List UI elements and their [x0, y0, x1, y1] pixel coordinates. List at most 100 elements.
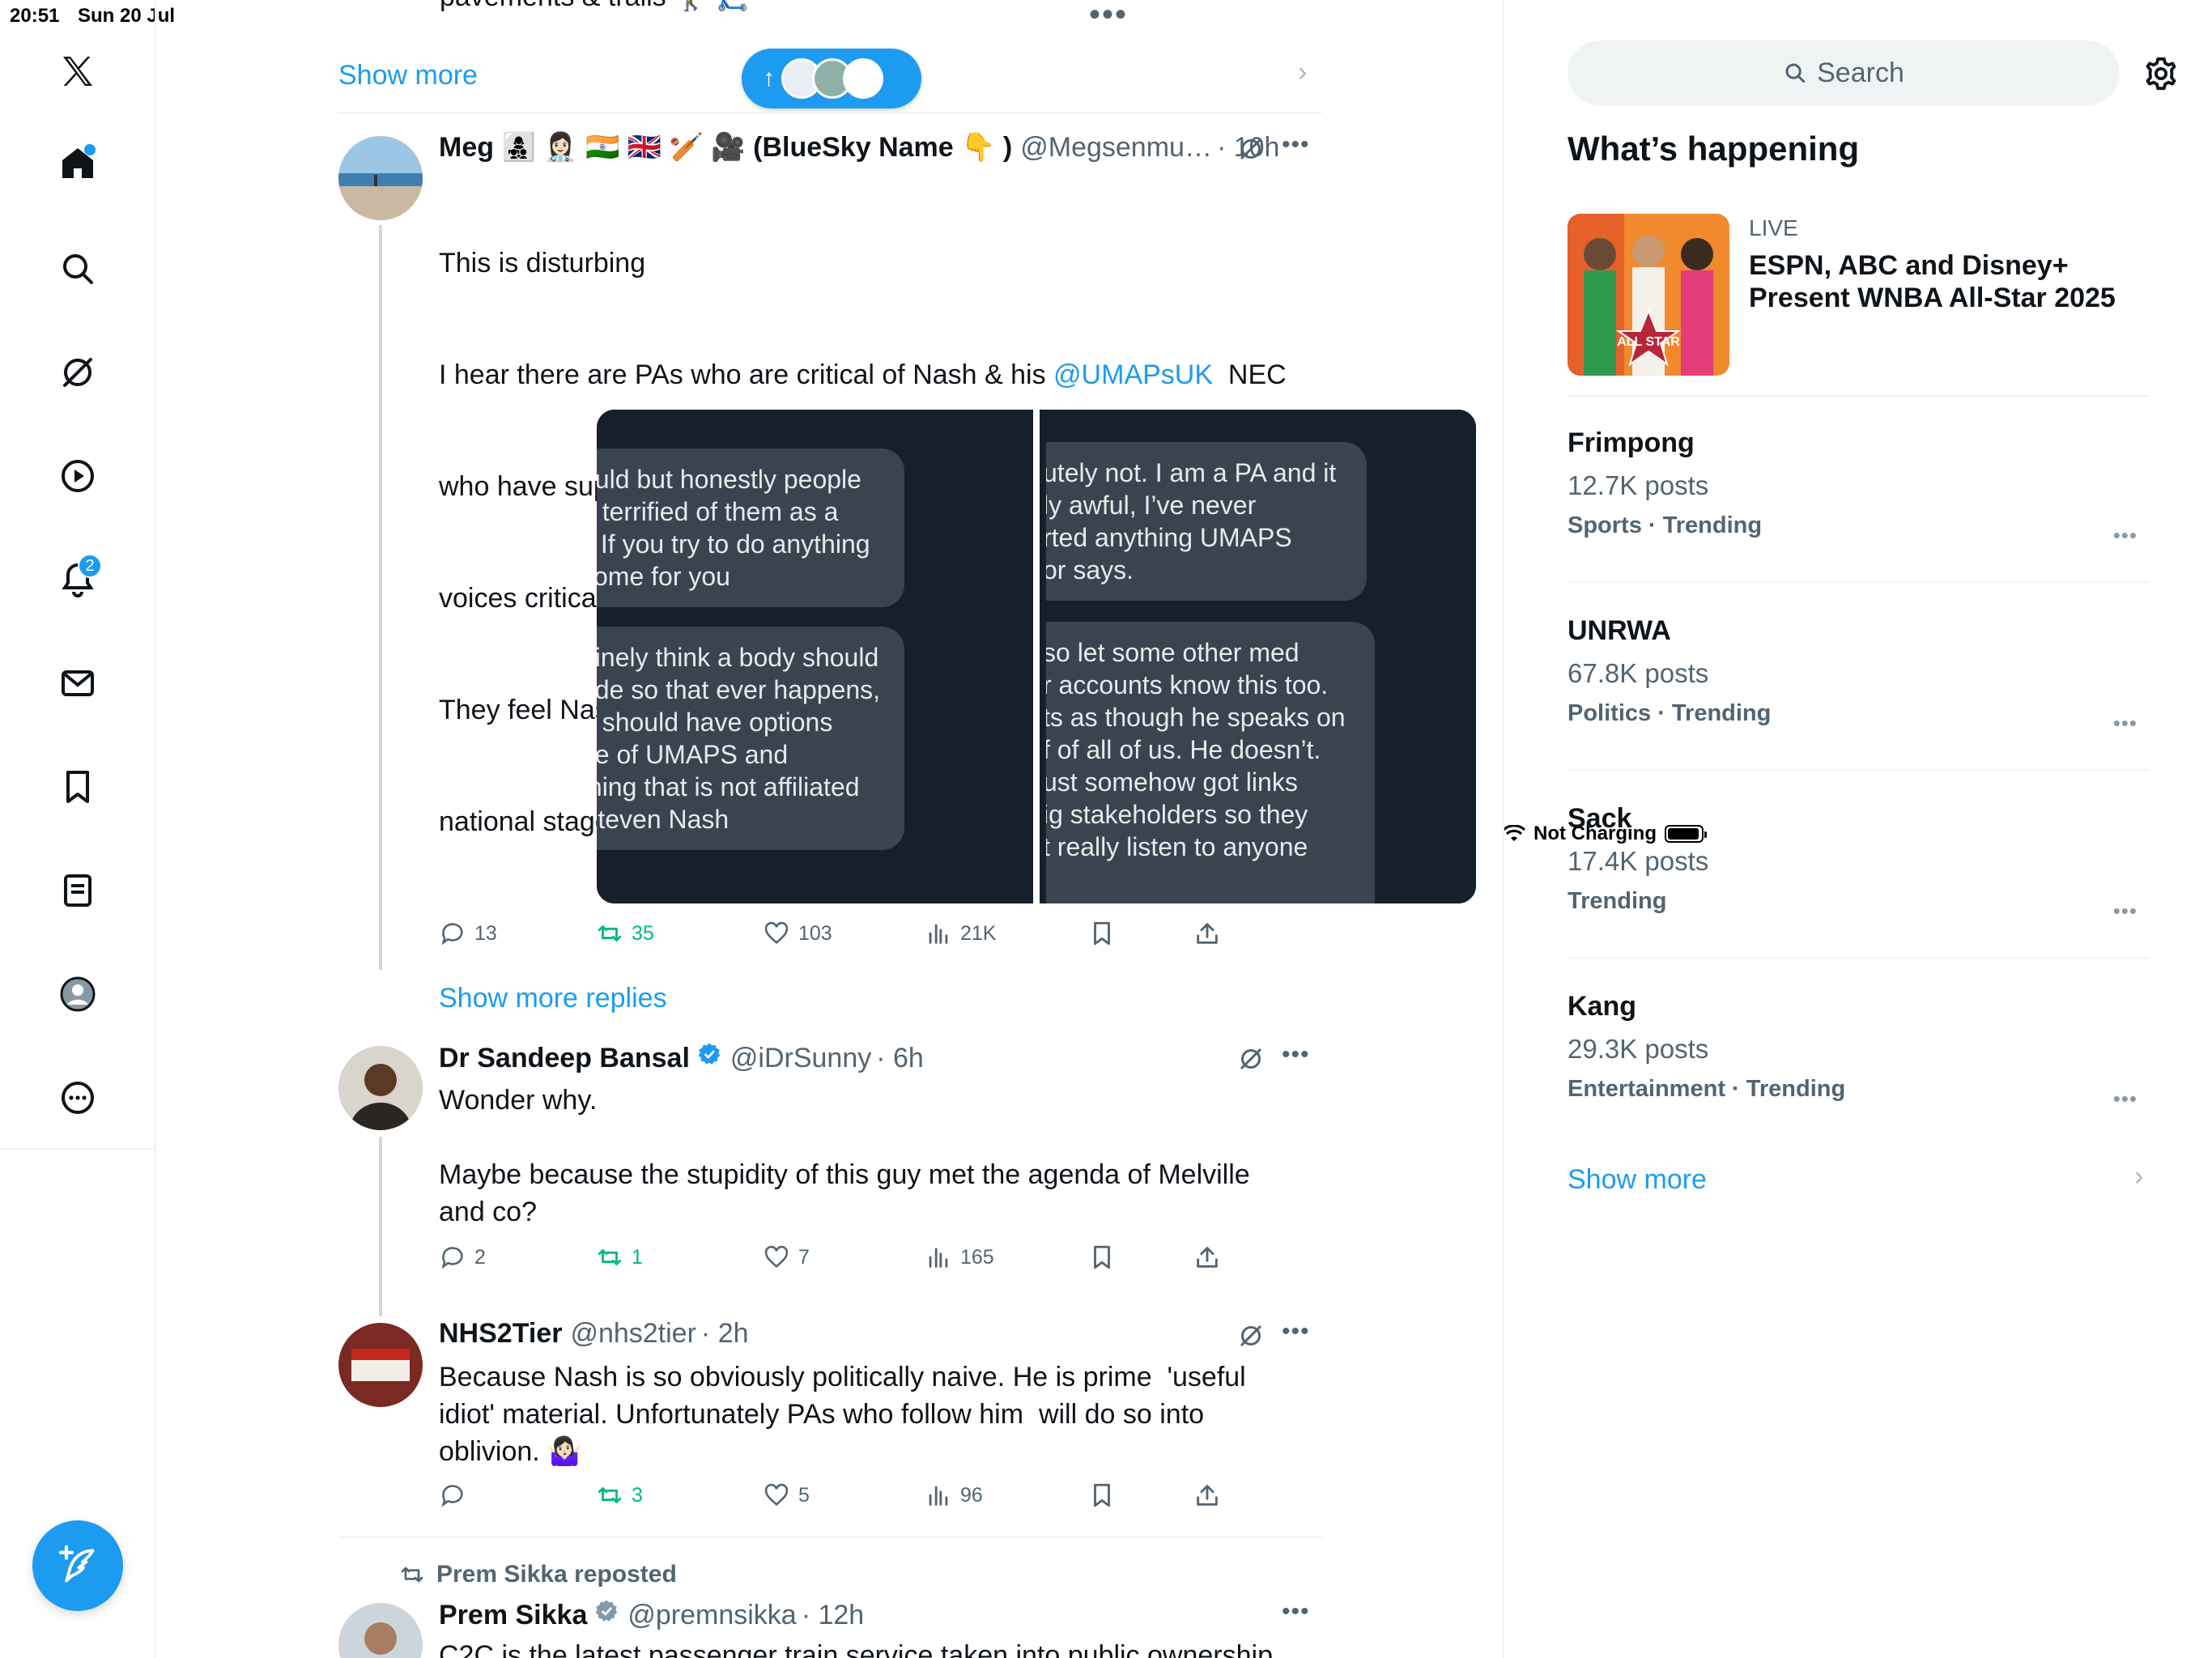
views-button[interactable]: 21K	[925, 920, 996, 947]
share-button[interactable]	[1193, 920, 1221, 947]
trend-more-icon[interactable]: •••	[2113, 711, 2138, 736]
tweet-header: Meg 👩‍👧‍👦 👩🏻‍⚕️ 🇮🇳 🇬🇧 🏏 🎥 (BlueSky Name …	[439, 131, 1279, 164]
author-handle[interactable]: @Megsenmu…	[1020, 132, 1212, 164]
tweet-line-part: NEC	[1213, 359, 1287, 390]
trend-more-icon[interactable]: •••	[2113, 1086, 2138, 1112]
trend-name: Sack	[1568, 803, 1632, 834]
repost-count: 3	[632, 1483, 643, 1507]
tweet-header: Dr Sandeep Bansal @iDrSunny · 6h	[439, 1041, 924, 1074]
more-icon[interactable]	[49, 1069, 107, 1127]
reply-button[interactable]: 2	[439, 1244, 486, 1271]
repost-count: 35	[632, 921, 654, 945]
share-button[interactable]	[1193, 1244, 1221, 1271]
bookmarks-icon[interactable]	[49, 758, 107, 816]
lists-icon[interactable]	[49, 861, 107, 920]
top-more-icon[interactable]: •••	[1089, 0, 1128, 33]
tweet-more-icon[interactable]: •••	[1282, 1041, 1310, 1069]
profile-icon[interactable]	[49, 965, 107, 1023]
trend-more-icon[interactable]: •••	[2113, 899, 2138, 924]
grok-icon[interactable]	[1236, 1321, 1266, 1350]
author-name[interactable]: Prem Sikka	[439, 1600, 587, 1631]
author-name[interactable]: Dr Sandeep Bansal	[439, 1043, 690, 1074]
views-button[interactable]: 96	[925, 1482, 983, 1509]
author-handle[interactable]: @premnsikka	[627, 1600, 796, 1631]
x-logo-icon[interactable]	[49, 42, 107, 100]
chat-bubble: so let some other med r accounts know th…	[1046, 622, 1375, 903]
tweet-more-icon[interactable]: •••	[1282, 1598, 1310, 1626]
grok-icon[interactable]	[49, 343, 107, 402]
tweet-time: · 12h	[801, 1600, 865, 1630]
nav-divider	[0, 1148, 156, 1150]
trend-item[interactable]: Kang 29.3K posts Entertainment · Trendin…	[1568, 991, 2149, 1111]
compose-button[interactable]	[32, 1520, 123, 1611]
chat-bubble: uinely think a body should ade so that e…	[597, 627, 904, 850]
tweet-more-icon[interactable]: •••	[1282, 1318, 1310, 1346]
bookmark-icon	[1094, 1245, 1110, 1269]
new-posts-pill[interactable]: ↑	[742, 49, 921, 108]
author-handle[interactable]: @iDrSunny	[730, 1043, 871, 1074]
tweet-more-icon[interactable]: •••	[1282, 131, 1310, 159]
repost-by-label[interactable]: Prem Sikka reposted	[436, 1561, 677, 1588]
media-image-left[interactable]: ould but honestly people o terrified of …	[597, 410, 1027, 903]
verified-badge-icon	[596, 1600, 618, 1622]
arrow-up-icon: ↑	[763, 65, 775, 91]
messages-icon[interactable]	[49, 654, 107, 712]
search-icon[interactable]	[49, 240, 107, 298]
tweet-time: · 2h	[700, 1318, 749, 1349]
thread-line	[379, 225, 382, 970]
trend-item[interactable]: UNRWA 67.8K posts Politics · Trending ••…	[1568, 615, 2149, 735]
views-button[interactable]: 165	[925, 1244, 994, 1271]
like-count: 5	[798, 1483, 810, 1507]
mention-link[interactable]: @UMAPsUK	[1053, 359, 1213, 390]
video-icon[interactable]	[49, 447, 107, 505]
reply-button[interactable]: 13	[439, 920, 497, 947]
author-name[interactable]: Meg 👩‍👧‍👦 👩🏻‍⚕️ 🇮🇳 🇬🇧 🏏 🎥 (BlueSky Name …	[439, 131, 1012, 164]
avatar[interactable]	[338, 1046, 423, 1130]
show-more-link[interactable]: Show more	[338, 60, 478, 91]
avatar[interactable]	[338, 1603, 423, 1658]
notifications-icon[interactable]: 2	[49, 551, 107, 609]
chat-bubble: utely not. I am a PA and it ly awful, I’…	[1046, 442, 1367, 601]
trend-item[interactable]: Sack 17.4K posts Trending •••	[1568, 803, 2149, 923]
media-image-right[interactable]: utely not. I am a PA and it ly awful, I’…	[1046, 410, 1476, 903]
repost-button[interactable]: 1	[596, 1244, 643, 1271]
like-count: 103	[798, 921, 832, 945]
repost-button[interactable]: 35	[596, 920, 654, 947]
grok-icon[interactable]	[1236, 134, 1266, 164]
author-name[interactable]: NHS2Tier	[439, 1318, 562, 1350]
trends-show-more-link[interactable]: Show more	[1568, 1164, 1707, 1196]
like-button[interactable]: 5	[763, 1482, 810, 1509]
heart-icon	[764, 921, 789, 945]
repost-button[interactable]: 3	[596, 1482, 643, 1509]
grok-icon[interactable]	[1236, 1044, 1266, 1073]
gear-icon[interactable]	[2142, 55, 2180, 92]
trend-item[interactable]: Frimpong 12.7K posts Sports · Trending •…	[1568, 427, 2149, 547]
heart-icon	[764, 1483, 789, 1507]
avatar[interactable]	[338, 1323, 423, 1407]
trend-category: Sports · Trending	[1568, 512, 1763, 538]
tweet-header: Prem Sikka @premnsikka · 12h	[439, 1598, 864, 1631]
bookmark-button[interactable]	[1088, 1244, 1116, 1271]
author-handle[interactable]: @nhs2tier	[570, 1318, 696, 1350]
share-button[interactable]	[1193, 1482, 1221, 1509]
live-event-image[interactable]: ALL STAR	[1568, 214, 1729, 376]
trend-posts: 29.3K posts	[1568, 1034, 1709, 1064]
live-event-title[interactable]: ESPN, ABC and Disney+ Present WNBA All-S…	[1749, 249, 2170, 314]
avatar[interactable]	[338, 136, 423, 220]
repost-icon	[598, 925, 622, 942]
bookmark-button[interactable]	[1088, 920, 1116, 947]
like-button[interactable]: 103	[763, 920, 832, 947]
share-icon	[1197, 1485, 1218, 1506]
search-input[interactable]: Search	[1568, 40, 2120, 105]
reply-button[interactable]	[439, 1482, 474, 1509]
like-button[interactable]: 7	[763, 1244, 810, 1271]
home-unread-dot	[84, 144, 96, 155]
show-more-replies-link[interactable]: Show more replies	[439, 983, 667, 1014]
trend-more-icon[interactable]: •••	[2113, 523, 2138, 548]
home-icon[interactable]	[49, 134, 107, 193]
reply-icon	[441, 1485, 463, 1507]
repost-icon	[401, 1567, 423, 1583]
repost-indicator: Prem Sikka reposted	[399, 1561, 677, 1588]
bookmark-button[interactable]	[1088, 1482, 1116, 1509]
tweet-media[interactable]: ould but honestly people o terrified of …	[597, 410, 1476, 903]
